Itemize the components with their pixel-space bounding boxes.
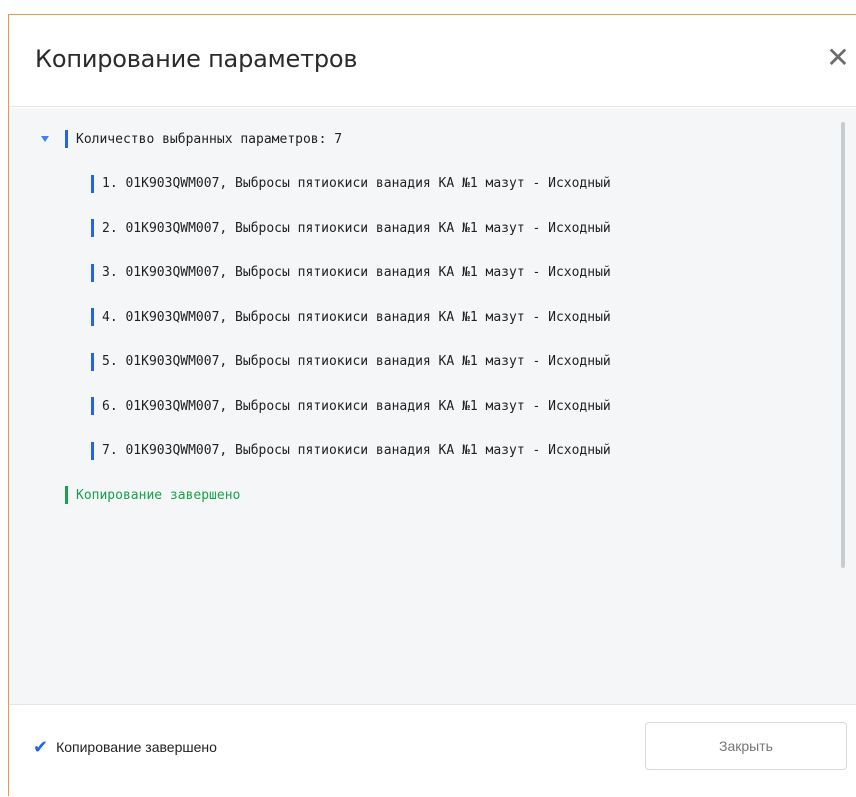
tree-item-label: 1. 01K903QWM007, Выбросы пятиокиси ванад… xyxy=(102,176,611,191)
dialog-header: Копирование параметров ✕ xyxy=(9,15,856,107)
check-icon: ✔ xyxy=(33,737,49,757)
tree-root-label: Количество выбранных параметров: 7 xyxy=(76,131,343,147)
tree-item-label: 7. 01K903QWM007, Выбросы пятиокиси ванад… xyxy=(102,443,611,458)
tree-item-label: 5. 01K903QWM007, Выбросы пятиокиси ванад… xyxy=(102,354,611,369)
done-marker xyxy=(65,486,68,504)
dialog-title: Копирование параметров xyxy=(35,45,358,73)
dialog-body: Количество выбранных параметров: 7 1. 01… xyxy=(9,108,856,705)
item-marker xyxy=(91,352,94,371)
tree-item-label: 4. 01K903QWM007, Выбросы пятиокиси ванад… xyxy=(102,309,611,325)
footer-status-text: Копирование завершено xyxy=(56,739,217,755)
tree-item-label: 3. 01K903QWM007, Выбросы пятиокиси ванад… xyxy=(102,265,611,280)
tree-item-label: 2. 01K903QWM007, Выбросы пятиокиси ванад… xyxy=(102,220,611,236)
dialog-footer: ✔ Копирование завершено Закрыть xyxy=(9,706,856,797)
item-marker xyxy=(91,397,94,415)
close-icon[interactable]: ✕ xyxy=(825,44,851,72)
item-marker xyxy=(91,263,94,282)
footer-status: ✔ Копирование завершено xyxy=(33,738,217,756)
tree-item-label: 6. 01K903QWM007, Выбросы пятиокиси ванад… xyxy=(102,398,611,414)
close-button[interactable]: Закрыть xyxy=(645,722,847,770)
item-marker xyxy=(91,441,94,460)
item-marker xyxy=(91,219,94,237)
copy-parameters-dialog: Копирование параметров ✕ Количество выбр… xyxy=(8,14,856,797)
chevron-down-icon[interactable] xyxy=(41,136,49,142)
root-marker xyxy=(65,130,68,148)
item-marker xyxy=(91,308,94,326)
scrollbar[interactable] xyxy=(841,122,845,568)
item-marker xyxy=(91,174,94,193)
tree-done-label: Копирование завершено xyxy=(76,487,241,503)
